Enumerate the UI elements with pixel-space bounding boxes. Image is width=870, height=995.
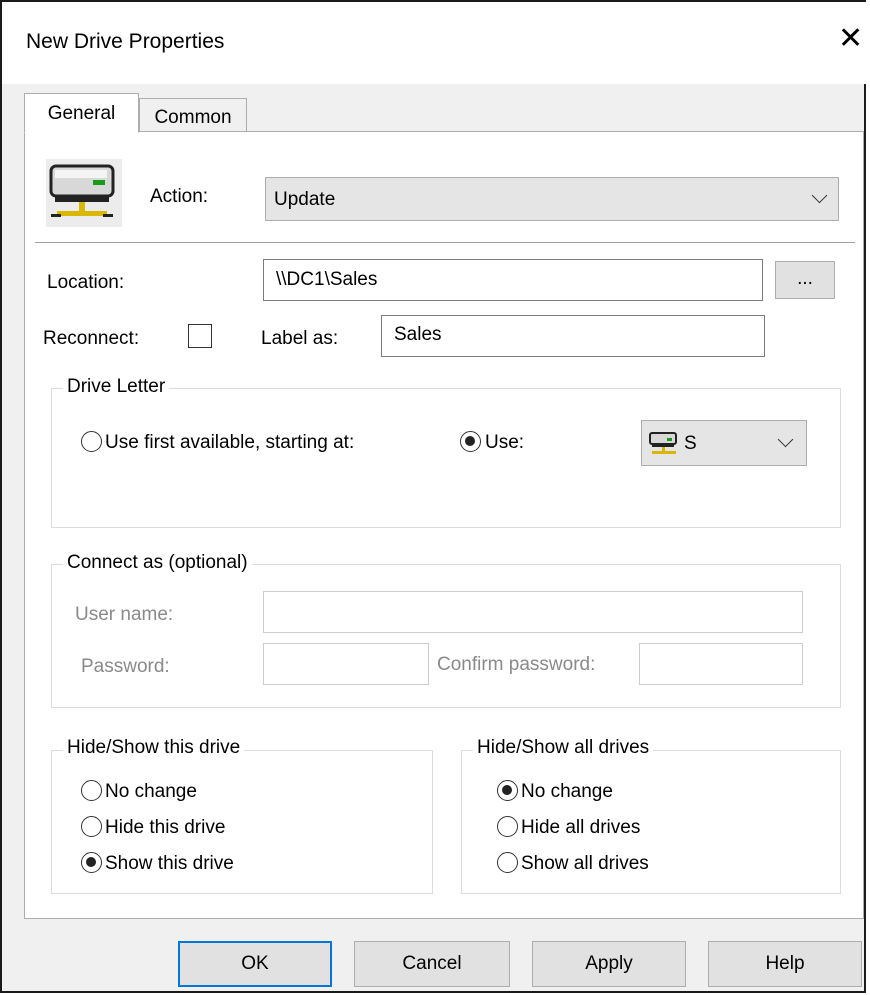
network-drive-icon [46, 159, 122, 227]
hide-all-drives-label: Hide all drives [521, 817, 641, 838]
dialog-window: New Drive Properties ✕ General Common Ac… [0, 0, 868, 993]
show-this-drive-label: Show this drive [105, 853, 234, 874]
reconnect-label: Reconnect: [43, 328, 140, 349]
all-no-change-label: No change [521, 781, 613, 802]
label-as-input[interactable]: Sales [381, 315, 765, 357]
hide-show-all-group-label: Hide/Show all drives [473, 737, 654, 759]
help-button-label: Help [765, 953, 805, 974]
all-no-change-radio[interactable] [497, 780, 518, 801]
label-as-value: Sales [394, 324, 442, 345]
title-bar: New Drive Properties ✕ [2, 2, 868, 84]
label-as-label: Label as: [261, 328, 339, 349]
user-name-label: User name: [75, 604, 174, 625]
use-letter-radio[interactable] [460, 431, 481, 452]
hide-this-drive-radio[interactable] [81, 816, 102, 837]
this-no-change-label: No change [105, 781, 197, 802]
tab-general-label: General [47, 103, 116, 124]
drive-letter-select[interactable]: S [641, 420, 807, 466]
first-available-radio[interactable] [81, 431, 102, 452]
location-value: \\DC1\Sales [276, 269, 378, 290]
show-all-drives-label: Show all drives [521, 853, 649, 874]
window-title: New Drive Properties [26, 30, 225, 53]
show-all-drives-radio[interactable] [497, 852, 518, 873]
hide-this-drive-label: Hide this drive [105, 817, 226, 838]
help-button[interactable]: Help [708, 941, 862, 987]
header-separator [35, 242, 855, 243]
chevron-down-icon [811, 187, 828, 204]
chevron-down-icon [777, 431, 794, 448]
action-select[interactable]: Update [265, 177, 839, 221]
hide-show-all-group [461, 750, 841, 894]
tab-common-label: Common [154, 107, 232, 128]
action-value: Update [274, 189, 336, 210]
reconnect-checkbox[interactable] [188, 324, 212, 348]
browse-button-label: ... [797, 268, 813, 289]
show-this-drive-radio[interactable] [81, 852, 102, 873]
connect-as-group [51, 564, 841, 708]
first-available-label: Use first available, starting at: [105, 432, 355, 453]
location-input[interactable]: \\DC1\Sales [263, 259, 763, 301]
apply-button[interactable]: Apply [532, 941, 686, 987]
apply-button-label: Apply [585, 953, 633, 974]
confirm-password-label: Confirm password: [437, 654, 596, 675]
browse-button[interactable]: ... [775, 261, 835, 299]
location-label: Location: [47, 272, 125, 293]
this-no-change-radio[interactable] [81, 780, 102, 801]
confirm-password-input[interactable] [639, 643, 803, 685]
drive-letter-group-label: Drive Letter [63, 376, 170, 398]
ok-button-label: OK [241, 953, 269, 974]
hide-show-this-group-label: Hide/Show this drive [63, 737, 245, 759]
password-input[interactable] [263, 643, 429, 685]
network-drive-icon [649, 432, 677, 454]
cancel-button-label: Cancel [402, 953, 462, 974]
general-tab-panel: Action: Update Location: \\DC1\Sales ...… [24, 131, 864, 919]
cancel-button[interactable]: Cancel [354, 941, 510, 987]
tab-common[interactable]: Common [139, 98, 247, 132]
connect-as-group-label: Connect as (optional) [63, 552, 252, 574]
ok-button[interactable]: OK [178, 941, 332, 987]
password-label: Password: [81, 656, 170, 677]
use-letter-label: Use: [485, 432, 525, 453]
action-label: Action: [150, 186, 209, 207]
hide-all-drives-radio[interactable] [497, 816, 518, 837]
close-icon[interactable]: ✕ [838, 22, 863, 56]
drive-letter-value: S [684, 433, 697, 454]
tab-general[interactable]: General [24, 93, 139, 133]
user-name-input[interactable] [263, 591, 803, 633]
